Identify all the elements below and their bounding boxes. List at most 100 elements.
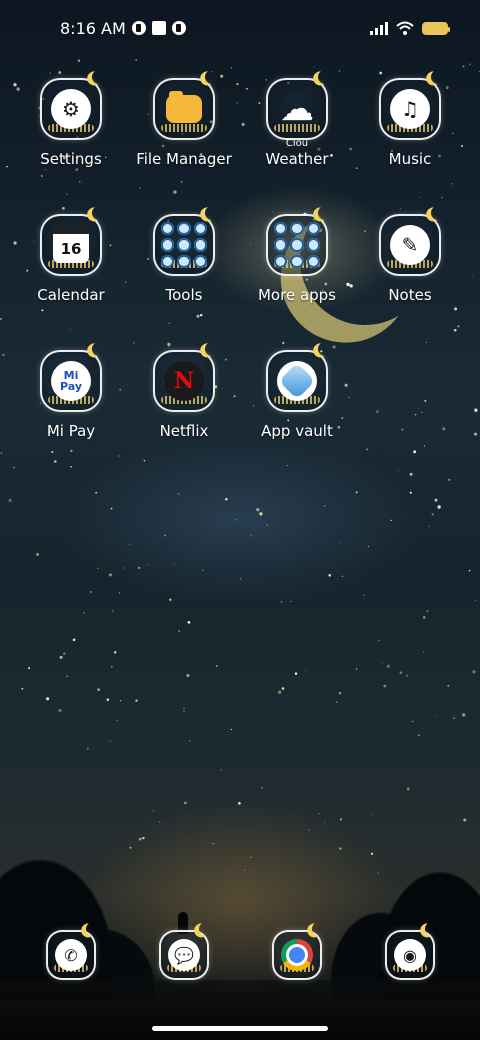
app-row: Mi Pay Mi Pay N Netflix App vault [0, 342, 480, 462]
star [437, 505, 441, 509]
star [453, 328, 457, 332]
star [278, 690, 282, 694]
app-calendar[interactable]: 16 Calendar [16, 206, 126, 326]
crescent-icon [423, 920, 441, 938]
folder-grid-icon [274, 222, 320, 268]
app-label: Mi Pay [46, 422, 96, 440]
star [266, 524, 268, 526]
crescent-icon [429, 68, 447, 86]
star [183, 707, 185, 710]
app-row: 16 Calendar Tools More apps ✎ Notes [0, 206, 480, 326]
app-label: Calendar [37, 286, 105, 304]
star [240, 578, 242, 580]
status-right [370, 21, 450, 35]
app-bubble: Mi Pay [40, 350, 102, 412]
folder-tools[interactable]: Tools [129, 206, 239, 326]
app-bubble [153, 78, 215, 140]
star [8, 498, 12, 502]
battery-icon [422, 21, 450, 35]
star [453, 717, 456, 720]
star [406, 674, 409, 677]
dock-messages[interactable]: 💬 [129, 922, 239, 992]
app-weather[interactable]: ☁ Clou Weather [242, 70, 352, 190]
star [313, 65, 315, 67]
app-label: Tools [165, 286, 203, 304]
app-music[interactable]: ♫ Music [355, 70, 465, 190]
app-settings[interactable]: ⚙ Settings [16, 70, 126, 190]
dock-chrome[interactable] [242, 922, 352, 992]
star [106, 698, 110, 701]
star [66, 675, 68, 678]
app-file-manager[interactable]: File Manager [129, 70, 239, 190]
star [434, 716, 436, 718]
notification-icon [131, 21, 146, 35]
crescent-icon [203, 340, 221, 358]
app-label: App vault [261, 422, 333, 440]
star [21, 687, 24, 690]
star [108, 573, 112, 577]
app-bubble: 16 [40, 214, 102, 276]
crescent-icon [429, 204, 447, 222]
app-bubble: ☁ Clou [266, 78, 328, 149]
crescent-icon [316, 204, 334, 222]
star [135, 59, 138, 61]
star [412, 720, 414, 723]
star [409, 491, 412, 494]
star [173, 563, 175, 565]
chrome-icon [281, 939, 313, 971]
camera-icon: ◉ [394, 939, 426, 971]
status-bar: 8:16 AM [0, 0, 480, 56]
weather-widget-text: Clou [285, 138, 309, 149]
dock-camera[interactable]: ◉ [355, 922, 465, 992]
star [397, 469, 400, 472]
notification-icon [171, 21, 186, 35]
star [110, 507, 113, 510]
star [381, 662, 383, 664]
app-notes[interactable]: ✎ Notes [355, 206, 465, 326]
star [169, 598, 172, 601]
app-label: Music [388, 150, 432, 168]
app-netflix[interactable]: N Netflix [129, 342, 239, 462]
star [419, 196, 421, 198]
star [112, 610, 114, 612]
app-app-vault[interactable]: App vault [242, 342, 352, 462]
star [77, 59, 81, 62]
crescent-icon [316, 68, 334, 86]
star [423, 651, 425, 653]
messages-icon: 💬 [168, 939, 200, 971]
star [448, 478, 451, 482]
star [341, 575, 344, 578]
star [36, 553, 40, 556]
star [95, 491, 97, 494]
star [183, 710, 185, 712]
star [355, 668, 358, 670]
app-label: Settings [40, 150, 102, 168]
star [215, 665, 218, 667]
home-indicator[interactable] [152, 1026, 328, 1031]
star [469, 63, 471, 65]
app-bubble: ✎ [379, 214, 441, 276]
signal-icon [370, 21, 388, 35]
star [59, 655, 63, 659]
crescent-icon [84, 920, 102, 938]
crescent-icon [90, 204, 108, 222]
clock: 8:16 AM [60, 18, 126, 38]
music-icon: ♫ [390, 89, 430, 129]
star [129, 544, 131, 545]
star [58, 708, 62, 712]
star [111, 665, 113, 668]
notes-icon: ✎ [390, 225, 430, 265]
star [447, 684, 450, 687]
star [250, 535, 252, 537]
star [186, 674, 190, 677]
star [417, 734, 420, 737]
folder-more-apps[interactable]: More apps [242, 206, 352, 326]
star [90, 591, 92, 593]
star [256, 508, 260, 512]
star [118, 592, 121, 594]
app-mi-pay[interactable]: Mi Pay Mi Pay [16, 342, 126, 462]
star [328, 574, 331, 577]
dock-phone[interactable]: ✆ [16, 922, 126, 992]
crescent-icon [203, 204, 221, 222]
dock: ✆ 💬 ◉ [0, 922, 480, 992]
